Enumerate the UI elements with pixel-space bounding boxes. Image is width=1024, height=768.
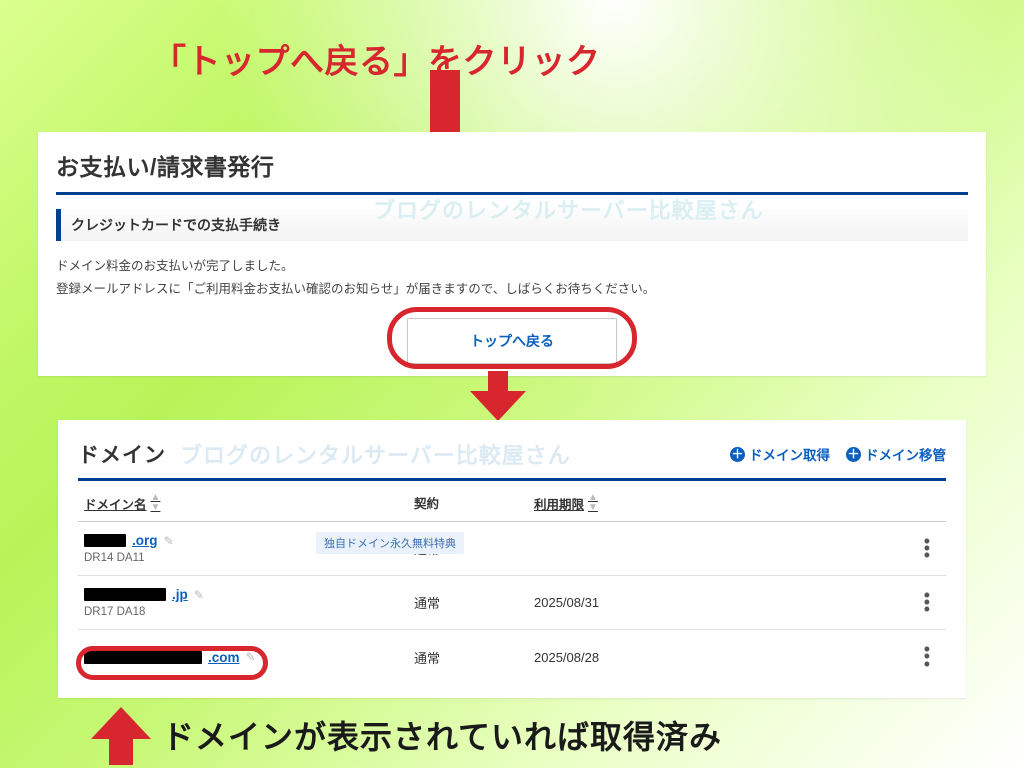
table-row: .jp ✎ DR17 DA18 通常 2025/08/31 ••• — [78, 576, 946, 630]
contract-cell: 通常 — [414, 648, 534, 667]
transfer-label: ドメイン移管 — [865, 444, 946, 464]
panel2-title: ドメイン — [78, 439, 166, 469]
arrow-up-icon — [91, 707, 151, 765]
dr-da-stats: DR17 DA18 — [84, 606, 414, 618]
col-contract: 契約 — [414, 493, 534, 513]
back-to-top-button[interactable]: トップへ戻る — [407, 318, 617, 364]
col-expiry[interactable]: 利用期限 ▲▼ — [534, 493, 834, 513]
edit-icon[interactable]: ✎ — [246, 650, 256, 664]
domain-link[interactable]: .com — [208, 650, 240, 665]
redacted — [84, 651, 202, 664]
edit-icon[interactable]: ✎ — [164, 534, 174, 548]
panel1-title: お支払い/請求書発行 — [56, 148, 968, 195]
annotation-bottom: ドメインが表示されていれば取得済み — [162, 712, 722, 758]
domain-link[interactable]: .org — [132, 533, 158, 548]
plus-icon: ＋ — [730, 447, 745, 462]
edit-icon[interactable]: ✎ — [194, 588, 204, 602]
domain-panel: ドメイン ブログのレンタルサーバー比較屋さん ＋ ドメイン取得 ＋ ドメイン移管… — [58, 420, 966, 698]
table-row: .org ✎ DR14 DA11 独自ドメイン永久無料特典 通常 ••• — [78, 522, 946, 576]
domain-transfer-link[interactable]: ＋ ドメイン移管 — [846, 444, 946, 464]
col-exp-label: 利用期限 — [534, 494, 584, 513]
free-domain-badge: 独自ドメイン永久無料特典 — [316, 532, 464, 554]
sort-icon: ▲▼ — [588, 493, 598, 513]
redacted — [84, 534, 126, 547]
contract-cell: 通常 — [414, 593, 534, 612]
plus-icon: ＋ — [846, 447, 861, 462]
domain-link[interactable]: .jp — [172, 587, 188, 602]
row-menu-button[interactable]: ••• — [924, 538, 940, 560]
annotation-top: 「トップへ戻る」をクリック — [152, 34, 601, 83]
row-menu-button[interactable]: ••• — [924, 646, 940, 668]
msg-line2: 登録メールアドレスに「ご利用料金お支払い確認のお知らせ」が届きますので、しばらく… — [56, 278, 968, 301]
sort-icon: ▲▼ — [151, 493, 161, 513]
completion-message: ドメイン料金のお支払いが完了しました。 登録メールアドレスに「ご利用料金お支払い… — [56, 255, 968, 300]
watermark: ブログのレンタルサーバー比較屋さん — [180, 438, 571, 470]
payment-panel: お支払い/請求書発行 クレジットカードでの支払手続き ブログのレンタルサーバー比… — [38, 132, 986, 376]
expiry-cell: 2025/08/28 — [534, 650, 834, 665]
row-menu-button[interactable]: ••• — [924, 592, 940, 614]
arrow-down-small-icon — [470, 371, 526, 421]
domain-acquire-link[interactable]: ＋ ドメイン取得 — [730, 444, 830, 464]
table-header: ドメイン名 ▲▼ 契約 利用期限 ▲▼ — [78, 481, 946, 522]
msg-line1: ドメイン料金のお支払いが完了しました。 — [56, 255, 968, 278]
expiry-cell: 2025/08/31 — [534, 595, 834, 610]
table-row: .com ✎ 通常 2025/08/28 ••• — [78, 630, 946, 684]
acquire-label: ドメイン取得 — [749, 444, 830, 464]
panel1-subhead: クレジットカードでの支払手続き — [56, 209, 968, 241]
col-name-label: ドメイン名 — [84, 494, 147, 513]
redacted — [84, 588, 166, 601]
col-domain-name[interactable]: ドメイン名 ▲▼ — [84, 493, 414, 513]
